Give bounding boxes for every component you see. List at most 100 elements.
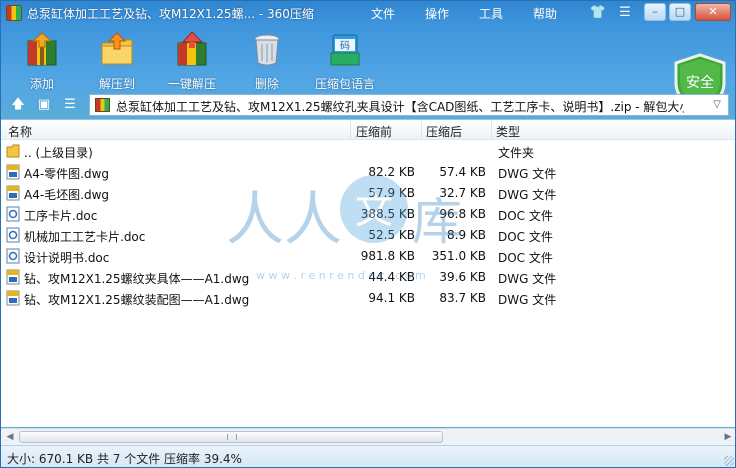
address-bar: 🡅 ▣ ☰ 总泵缸体加工工艺及钻、攻M12X1.25螺纹孔夹具设计【含CAD图纸… [1,93,735,118]
address-path: 总泵缸体加工工艺及钻、攻M12X1.25螺纹孔夹具设计【含CAD图纸、工艺工序卡… [116,100,684,114]
table-row[interactable]: A4-毛坯图.dwg 57.9 KB 32.7 KB DWG 文件 [1,183,735,204]
add-button-label: 添加 [29,77,54,91]
one-click-extract-label: 一键解压 [167,77,216,91]
file-name: 机械加工工艺卡片.doc [24,230,146,244]
table-row[interactable]: 钻、攻M12X1.25螺纹装配图——A1.dwg 94.1 KB 83.7 KB… [1,288,735,309]
scroll-right-icon[interactable]: ▶ [720,430,735,444]
file-unpacked-size: 351.0 KB [431,249,486,263]
maximize-button[interactable]: □ [669,3,691,21]
file-name: 设计说明书.doc [24,251,110,265]
menu-file[interactable]: 文件 [371,5,395,22]
delete-button-label: 删除 [254,77,279,91]
toolbar: 添加 解压到 一键解压 删除 码 压缩包语言 安全 [1,25,735,111]
list-header: 名称 压缩前 压缩后 类型 [1,120,735,140]
add-archive-icon [27,32,57,66]
file-type: 文件夹 [498,146,535,160]
file-name: .. (上级目录) [24,146,93,160]
table-row[interactable]: 设计说明书.doc 981.8 KB 351.0 KB DOC 文件 [1,246,735,267]
horizontal-scrollbar[interactable]: ◀ ▶ [1,428,735,445]
status-bar: 大小: 670.1 KB 共 7 个文件 压缩率 39.4% [1,445,735,467]
menu-lines-icon[interactable]: ☰ [616,4,634,21]
file-packed-size: 388.5 KB [360,207,415,221]
file-packed-size: 94.1 KB [368,291,415,305]
table-row[interactable]: .. (上级目录) 文件夹 [1,141,735,162]
delete-button[interactable]: 删除 [229,31,305,91]
title-bar: 总泵缸体加工工艺及钻、攻M12X1.25螺... - 360压缩 文件 操作 工… [1,1,735,25]
table-row[interactable]: 钻、攻M12X1.25螺纹夹具体——A1.dwg 44.4 KB 39.6 KB… [1,267,735,288]
archive-language-label: 压缩包语言 [314,77,375,91]
column-divider[interactable] [491,120,492,140]
skin-shirt-icon[interactable]: 👕 [589,4,607,21]
column-unpacked[interactable]: 压缩后 [426,123,462,140]
file-name: A4-零件图.dwg [24,167,110,181]
column-name[interactable]: 名称 [8,123,32,140]
table-row[interactable]: 工序卡片.doc 388.5 KB 96.8 KB DOC 文件 [1,204,735,225]
doc-file-icon [6,248,20,264]
doc-file-icon [6,206,20,222]
file-name: A4-毛坯图.dwg [24,188,110,202]
extract-to-label: 解压到 [98,77,135,91]
list-view-icon[interactable]: ☰ [61,96,79,114]
scroll-left-icon[interactable]: ◀ [2,430,18,444]
file-unpacked-size: 57.4 KB [439,165,486,179]
file-type: DWG 文件 [498,188,557,202]
scrollbar-thumb[interactable] [19,431,443,443]
file-type: DOC 文件 [498,230,553,244]
file-type: DWG 文件 [498,167,557,181]
file-type: DOC 文件 [498,251,553,265]
file-type: DWG 文件 [498,293,557,307]
add-button[interactable]: 添加 [4,31,80,91]
dwg-file-icon [6,290,20,306]
table-row[interactable]: 机械加工工艺卡片.doc 52.5 KB 8.9 KB DOC 文件 [1,225,735,246]
file-unpacked-size: 83.7 KB [439,291,486,305]
dwg-file-icon [6,185,20,201]
dwg-file-icon [6,164,20,180]
large-icon-view-icon[interactable]: ▣ [35,96,53,114]
security-badge-text: 安全 [686,74,714,91]
column-packed[interactable]: 压缩前 [356,123,392,140]
zip-file-icon [95,98,110,112]
file-packed-size: 82.2 KB [368,165,415,179]
file-name: 钻、攻M12X1.25螺纹夹具体——A1.dwg [24,272,250,286]
archive-language-button[interactable]: 码 压缩包语言 [304,31,386,91]
column-divider[interactable] [421,120,422,140]
extract-to-folder-icon [101,32,133,65]
resize-grip-icon[interactable] [724,456,734,466]
doc-file-icon [6,227,20,243]
file-unpacked-size: 39.6 KB [439,270,486,284]
folder-icon [6,144,20,158]
menu-tools[interactable]: 工具 [479,5,503,22]
archive-language-icon: 码 [330,34,360,66]
up-arrow-icon[interactable]: 🡅 [9,96,27,114]
dwg-file-icon [6,269,20,285]
file-type: DWG 文件 [498,272,557,286]
chevron-down-icon[interactable]: ▽ [708,96,726,114]
svg-text:码: 码 [340,40,350,52]
address-field[interactable]: 总泵缸体加工工艺及钻、攻M12X1.25螺纹孔夹具设计【含CAD图纸、工艺工序卡… [89,94,729,116]
column-divider[interactable] [350,120,351,140]
menu-operation[interactable]: 操作 [425,5,449,22]
file-unpacked-size: 32.7 KB [439,186,486,200]
window-title: 总泵缸体加工工艺及钻、攻M12X1.25螺... - 360压缩 [27,7,314,21]
file-unpacked-size: 96.8 KB [439,207,486,221]
file-name: 工序卡片.doc [24,209,98,223]
table-row[interactable]: A4-零件图.dwg 82.2 KB 57.4 KB DWG 文件 [1,162,735,183]
file-list: 名称 压缩前 压缩后 类型 .. (上级目录) 文件夹 A4-零件图.dwg 8… [1,119,735,427]
menu-help[interactable]: 帮助 [533,5,557,22]
app-window: 总泵缸体加工工艺及钻、攻M12X1.25螺... - 360压缩 文件 操作 工… [0,0,736,468]
file-unpacked-size: 8.9 KB [447,228,486,242]
file-name: 钻、攻M12X1.25螺纹装配图——A1.dwg [24,293,250,307]
file-packed-size: 52.5 KB [368,228,415,242]
close-button[interactable]: ✕ [695,3,731,21]
trash-can-icon [254,34,280,66]
file-type: DOC 文件 [498,209,553,223]
one-click-extract-button[interactable]: 一键解压 [154,31,230,91]
extract-to-button[interactable]: 解压到 [79,31,155,91]
file-packed-size: 981.8 KB [360,249,415,263]
one-click-extract-icon [177,31,207,66]
column-type[interactable]: 类型 [496,123,520,140]
minimize-button[interactable]: – [644,3,666,21]
status-text: 大小: 670.1 KB 共 7 个文件 压缩率 39.4% [7,452,242,466]
menu-bar: 文件 操作 工具 帮助 [371,5,587,22]
file-packed-size: 44.4 KB [368,270,415,284]
